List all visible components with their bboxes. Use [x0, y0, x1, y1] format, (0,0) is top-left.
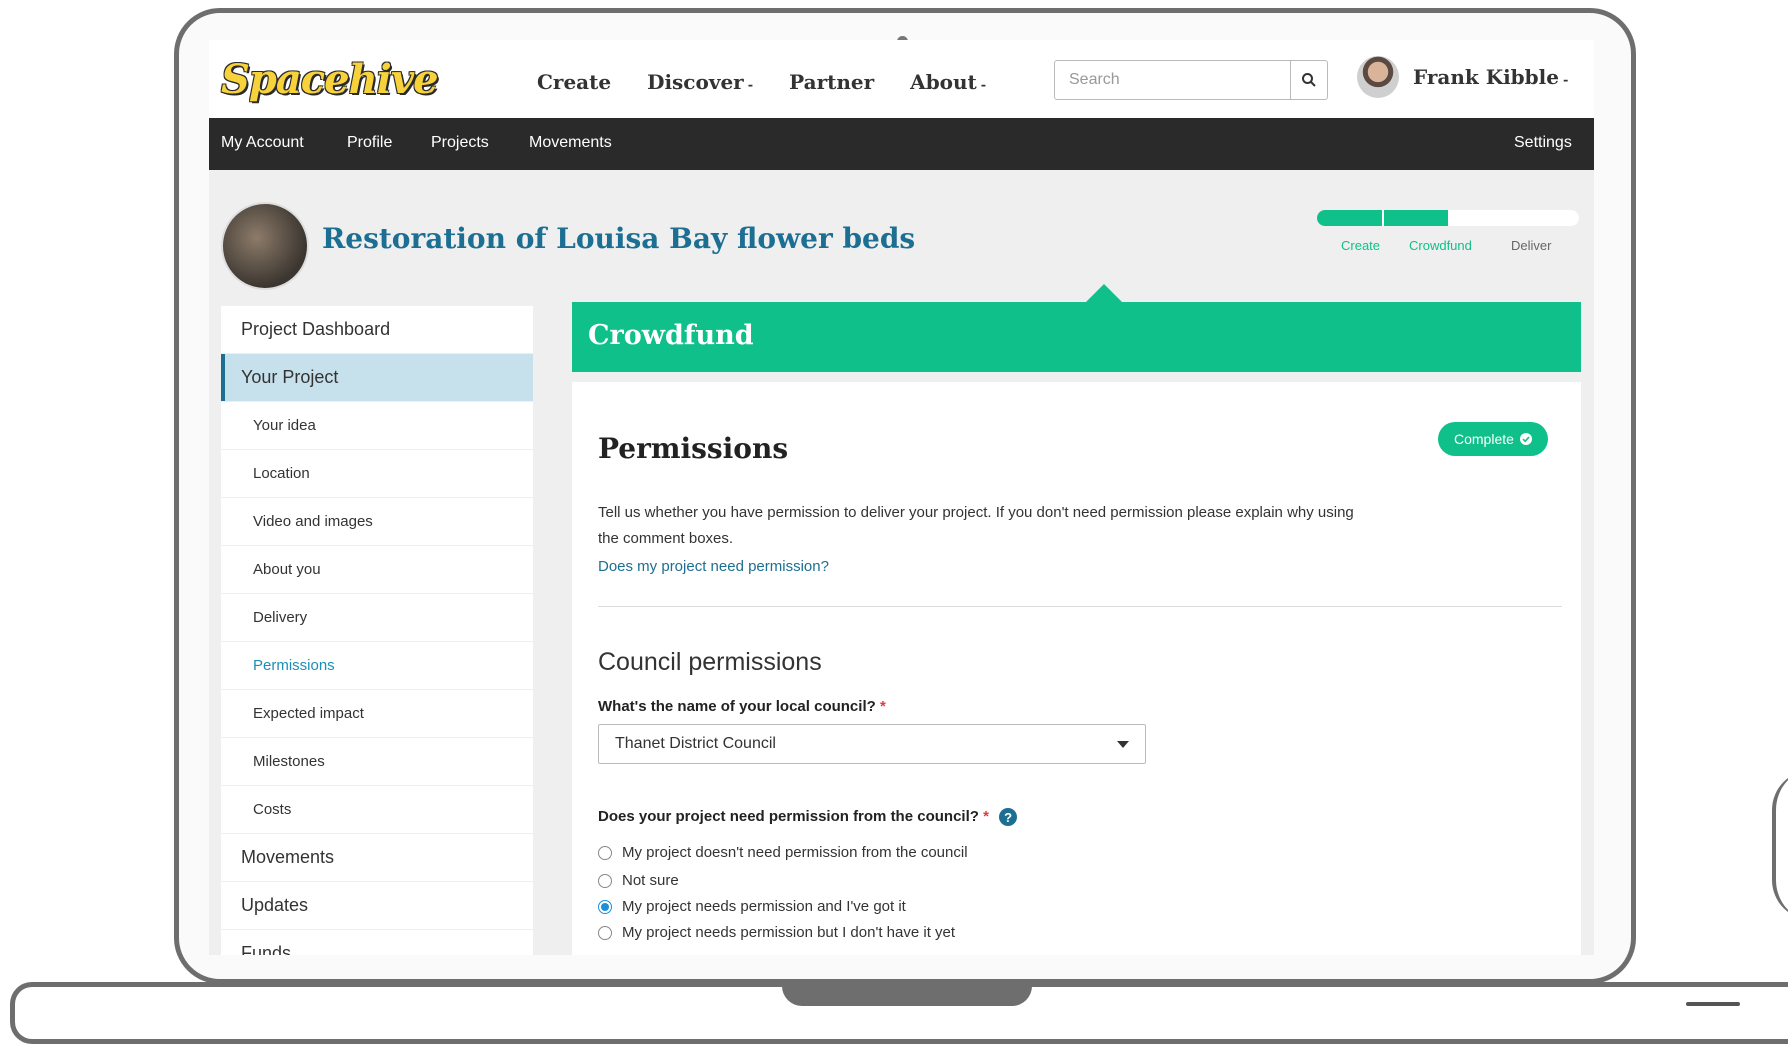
- stage-pointer: [1086, 284, 1122, 302]
- radio-button[interactable]: [598, 845, 612, 860]
- sidebar-item-permissions[interactable]: Permissions: [221, 642, 533, 689]
- subnav-my-account[interactable]: My Account: [221, 134, 304, 152]
- subnav-projects[interactable]: Projects: [431, 134, 489, 152]
- sidebar-item-delivery[interactable]: Delivery: [221, 594, 533, 641]
- user-name-label: Frank Kibble: [1413, 65, 1559, 89]
- sidebar-item-movements[interactable]: Movements: [221, 834, 533, 881]
- main-nav: Create Discover - Partner About -: [537, 70, 986, 94]
- divider: [598, 606, 1562, 607]
- council-select-value: Thanet District Council: [615, 735, 776, 752]
- radio-button-selected[interactable]: [598, 899, 612, 914]
- user-name: Frank Kibble -: [1413, 65, 1568, 89]
- sidebar-item-video-and-images[interactable]: Video and images: [221, 498, 533, 545]
- laptop-notch: [782, 984, 1032, 1006]
- user-menu[interactable]: Frank Kibble -: [1357, 56, 1568, 98]
- stage-deliver: Deliver: [1511, 238, 1552, 253]
- permissions-description: Tell us whether you have permission to d…: [598, 504, 1354, 547]
- laptop-edge: [1772, 770, 1788, 920]
- permission-help-link[interactable]: Does my project need permission?: [598, 558, 829, 575]
- screen: Spacehive Create Discover - Partner About…: [209, 40, 1594, 955]
- help-icon[interactable]: ?: [999, 808, 1018, 827]
- project-sidebar: Project Dashboard Your Project Your idea…: [221, 306, 533, 955]
- radio-needs-not-yet[interactable]: My project needs permission but I don't …: [598, 924, 955, 941]
- page-content: Restoration of Louisa Bay flower beds Cr…: [209, 170, 1594, 955]
- sidebar-item-your-idea[interactable]: Your idea: [221, 402, 533, 449]
- sidebar-item-project-dashboard[interactable]: Project Dashboard: [221, 306, 533, 353]
- subnav-movements[interactable]: Movements: [529, 134, 612, 152]
- search-button[interactable]: [1290, 61, 1327, 99]
- permission-question-label: Does your project need permission from t…: [598, 808, 1018, 827]
- council-question-label: What's the name of your local council? *: [598, 698, 886, 715]
- nav-partner-label: Partner: [789, 70, 875, 94]
- nav-about[interactable]: About -: [910, 70, 986, 94]
- chevron-down-icon: -: [980, 78, 987, 93]
- laptop-base-line: [1686, 1002, 1740, 1006]
- chevron-down-icon: -: [1562, 73, 1569, 88]
- required-marker: *: [879, 698, 886, 715]
- progress-segment-crowdfund: [1383, 210, 1448, 226]
- complete-badge[interactable]: Complete: [1438, 422, 1548, 456]
- nav-partner[interactable]: Partner: [789, 70, 874, 94]
- nav-create[interactable]: Create: [537, 70, 611, 94]
- radio-label: My project needs permission but I don't …: [622, 924, 956, 941]
- nav-discover[interactable]: Discover -: [647, 70, 753, 94]
- account-subnav: My Account Profile Projects Movements Se…: [209, 118, 1594, 170]
- section-title: Council permissions: [598, 648, 822, 676]
- permissions-panel: Permissions Complete Tell us whether you…: [572, 382, 1581, 955]
- spacehive-logo[interactable]: Spacehive: [221, 56, 439, 103]
- subnav-settings[interactable]: Settings: [1514, 134, 1572, 152]
- avatar: [1357, 56, 1399, 98]
- sidebar-item-about-you[interactable]: About you: [221, 546, 533, 593]
- required-marker: *: [983, 808, 989, 825]
- search-icon: [1302, 73, 1316, 87]
- project-title: Restoration of Louisa Bay flower beds: [322, 222, 916, 255]
- permission-question-text: Does your project need permission from t…: [598, 808, 979, 825]
- sidebar-item-milestones[interactable]: Milestones: [221, 738, 533, 785]
- project-avatar: [221, 202, 309, 290]
- stage-banner: Crowdfund: [572, 302, 1581, 372]
- radio-label: My project doesn't need permission from …: [622, 844, 968, 861]
- radio-not-sure[interactable]: Not sure: [598, 872, 679, 889]
- nav-discover-label: Discover: [647, 70, 744, 94]
- stage-crowdfund: Crowdfund: [1409, 238, 1472, 253]
- caret-down-icon: [1117, 740, 1129, 748]
- search-box: [1054, 60, 1328, 100]
- nav-about-label: About: [910, 70, 977, 94]
- sidebar-item-costs[interactable]: Costs: [221, 786, 533, 833]
- stage-progress-bar: [1317, 210, 1579, 226]
- council-question-text: What's the name of your local council?: [598, 698, 876, 715]
- sidebar-item-updates[interactable]: Updates: [221, 882, 533, 929]
- radio-label: My project needs permission and I've got…: [622, 898, 906, 915]
- radio-button[interactable]: [598, 925, 612, 940]
- council-select[interactable]: Thanet District Council: [598, 724, 1146, 764]
- stage-create: Create: [1341, 238, 1381, 253]
- sidebar-item-funds[interactable]: Funds: [221, 930, 533, 955]
- stage-banner-title: Crowdfund: [588, 320, 754, 351]
- subnav-profile[interactable]: Profile: [347, 134, 392, 152]
- sidebar-item-your-project[interactable]: Your Project: [221, 354, 533, 401]
- radio-button[interactable]: [598, 873, 612, 888]
- site-header: Spacehive Create Discover - Partner About…: [209, 40, 1594, 118]
- chevron-down-icon: -: [747, 78, 754, 93]
- page-title: Permissions: [598, 432, 789, 465]
- progress-segment-create: [1317, 210, 1382, 226]
- nav-create-label: Create: [537, 70, 612, 94]
- radio-no-permission-needed[interactable]: My project doesn't need permission from …: [598, 844, 968, 861]
- radio-needs-and-got-it[interactable]: My project needs permission and I've got…: [598, 898, 906, 915]
- check-circle-icon: [1519, 433, 1532, 445]
- complete-badge-label: Complete: [1454, 431, 1514, 447]
- sidebar-item-location[interactable]: Location: [221, 450, 533, 497]
- sidebar-item-expected-impact[interactable]: Expected impact: [221, 690, 533, 737]
- search-input[interactable]: [1055, 61, 1290, 99]
- radio-label: Not sure: [622, 872, 679, 889]
